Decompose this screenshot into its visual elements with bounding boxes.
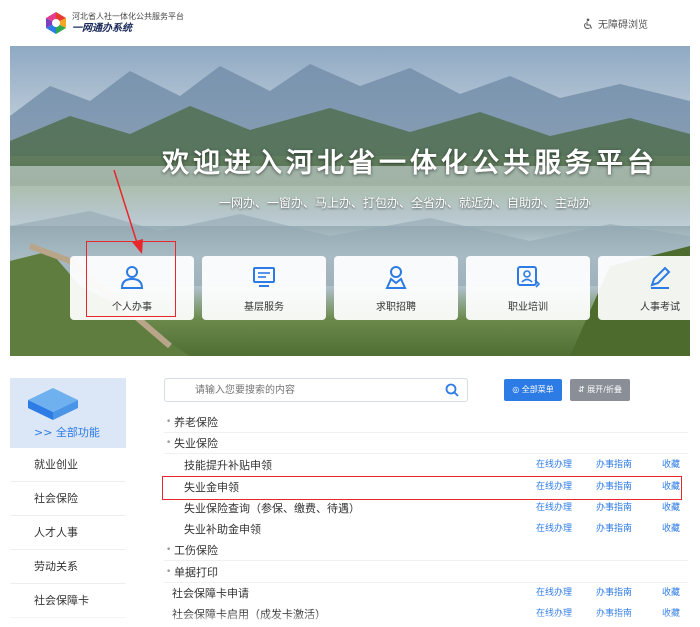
favorite-link[interactable]: 收藏 — [662, 477, 680, 498]
favorite-link[interactable]: 收藏 — [662, 498, 680, 519]
list-category[interactable]: • 单据打印 — [164, 562, 688, 583]
list-item: 技能提升补贴申领 在线办理 办事指南 收藏 — [164, 455, 688, 476]
category-label: 工伤保险 — [174, 544, 218, 557]
card-label: 职业培训 — [508, 302, 548, 313]
accessibility-icon — [584, 18, 593, 29]
service-guide-link[interactable]: 办事指南 — [596, 583, 632, 604]
item-label: 失业保险查询（参保、缴费、待遇） — [184, 502, 360, 515]
accessibility-label: 无障碍浏览 — [598, 20, 648, 31]
site-header: 河北省人社一体化公共服务平台 一网通办系统 无障碍浏览 — [0, 0, 700, 46]
card-label: 个人办事 — [112, 302, 152, 313]
list-item: 失业金申领 在线办理 办事指南 收藏 — [164, 477, 688, 498]
favorite-link[interactable]: 收藏 — [662, 583, 680, 604]
bottom-fade — [0, 612, 700, 627]
item-label: 失业补助金申领 — [184, 523, 261, 536]
category-sidebar: >> 全部功能 就业创业 社会保险 人才人事 劳动关系 社会保障卡 — [10, 378, 126, 627]
brand-title: 一网通办系统 — [72, 23, 132, 34]
all-menu-label: 全部菜单 — [521, 385, 554, 394]
expand-collapse-button[interactable]: ⇵ 展开/折叠 — [570, 379, 630, 401]
sidebar-item-social-insurance[interactable]: 社会保险 — [10, 482, 126, 516]
sidebar-all-functions[interactable]: >> 全部功能 — [10, 418, 126, 448]
page: 河北省人社一体化公共服务平台 一网通办系统 无障碍浏览 欢迎进入河北省一体化公共… — [0, 0, 700, 627]
category-label: 单据打印 — [174, 566, 218, 579]
service-guide-link[interactable]: 办事指南 — [596, 519, 632, 540]
card-community-services[interactable]: 基层服务 — [202, 256, 326, 320]
cube-illustration-icon — [28, 388, 78, 420]
card-job-recruitment[interactable]: 求职招聘 — [334, 256, 458, 320]
sort-icon: ⇵ — [578, 385, 588, 394]
online-apply-link[interactable]: 在线办理 — [536, 455, 572, 476]
category-label: 养老保险 — [174, 416, 218, 429]
card-label: 基层服务 — [244, 302, 284, 313]
service-guide-link[interactable]: 办事指南 — [596, 498, 632, 519]
all-menu-button[interactable]: ◎ 全部菜单 — [504, 379, 562, 401]
menu-icon: ◎ — [512, 385, 522, 394]
search-box — [164, 378, 468, 402]
accessibility-link[interactable]: 无障碍浏览 — [582, 16, 648, 31]
list-item: 失业保险查询（参保、缴费、待遇） 在线办理 办事指南 收藏 — [164, 498, 688, 519]
badge-person-icon — [385, 266, 407, 289]
bullet-icon: • — [166, 417, 172, 427]
sidebar-item-talent-personnel[interactable]: 人才人事 — [10, 516, 126, 550]
logo-icon — [46, 12, 66, 34]
online-apply-link[interactable]: 在线办理 — [536, 498, 572, 519]
person-icon — [120, 266, 144, 289]
pen-icon — [650, 266, 671, 289]
service-guide-link[interactable]: 办事指南 — [596, 477, 632, 498]
list-item: 社会保障卡申请 在线办理 办事指南 收藏 — [164, 583, 688, 604]
bullet-icon: • — [166, 438, 172, 448]
bullet-icon: • — [166, 545, 172, 555]
brand-subtitle: 河北省人社一体化公共服务平台 — [72, 12, 184, 21]
item-label: 社会保障卡申请 — [172, 587, 249, 600]
hero-banner: 欢迎进入河北省一体化公共服务平台 一网办、一窗办、马上办、打包办、全省办、就近办… — [10, 46, 690, 356]
card-personnel-exam[interactable]: 人事考试 — [598, 256, 690, 320]
expand-collapse-label: 展开/折叠 — [587, 385, 622, 394]
bullet-icon: • — [166, 567, 172, 577]
card-label: 求职招聘 — [376, 302, 416, 313]
online-apply-link[interactable]: 在线办理 — [536, 477, 572, 498]
list-category[interactable]: • 工伤保险 — [164, 540, 688, 561]
brand[interactable]: 河北省人社一体化公共服务平台 一网通办系统 — [72, 11, 184, 35]
card-vocational-training[interactable]: 职业培训 — [466, 256, 590, 320]
search-input[interactable] — [165, 379, 435, 401]
sidebar-item-employment[interactable]: 就业创业 — [10, 448, 126, 482]
list-category[interactable]: • 养老保险 — [164, 412, 688, 433]
service-guide-link[interactable]: 办事指南 — [596, 455, 632, 476]
online-apply-link[interactable]: 在线办理 — [536, 519, 572, 540]
list-category[interactable]: • 失业保险 — [164, 433, 688, 454]
card-personal-affairs[interactable]: 个人办事 — [70, 256, 194, 320]
item-label: 失业金申领 — [184, 481, 239, 494]
card-label: 人事考试 — [640, 302, 680, 313]
search-icon[interactable] — [445, 383, 459, 397]
category-label: 失业保险 — [174, 437, 218, 450]
favorite-link[interactable]: 收藏 — [662, 455, 680, 476]
monitor-icon — [253, 267, 275, 287]
online-apply-link[interactable]: 在线办理 — [536, 583, 572, 604]
item-label: 技能提升补贴申领 — [184, 459, 272, 472]
annotation-arrow — [113, 169, 143, 254]
list-item: 失业补助金申领 在线办理 办事指南 收藏 — [164, 519, 688, 540]
training-icon — [517, 266, 541, 288]
sidebar-item-labor-relations[interactable]: 劳动关系 — [10, 550, 126, 584]
favorite-link[interactable]: 收藏 — [662, 519, 680, 540]
